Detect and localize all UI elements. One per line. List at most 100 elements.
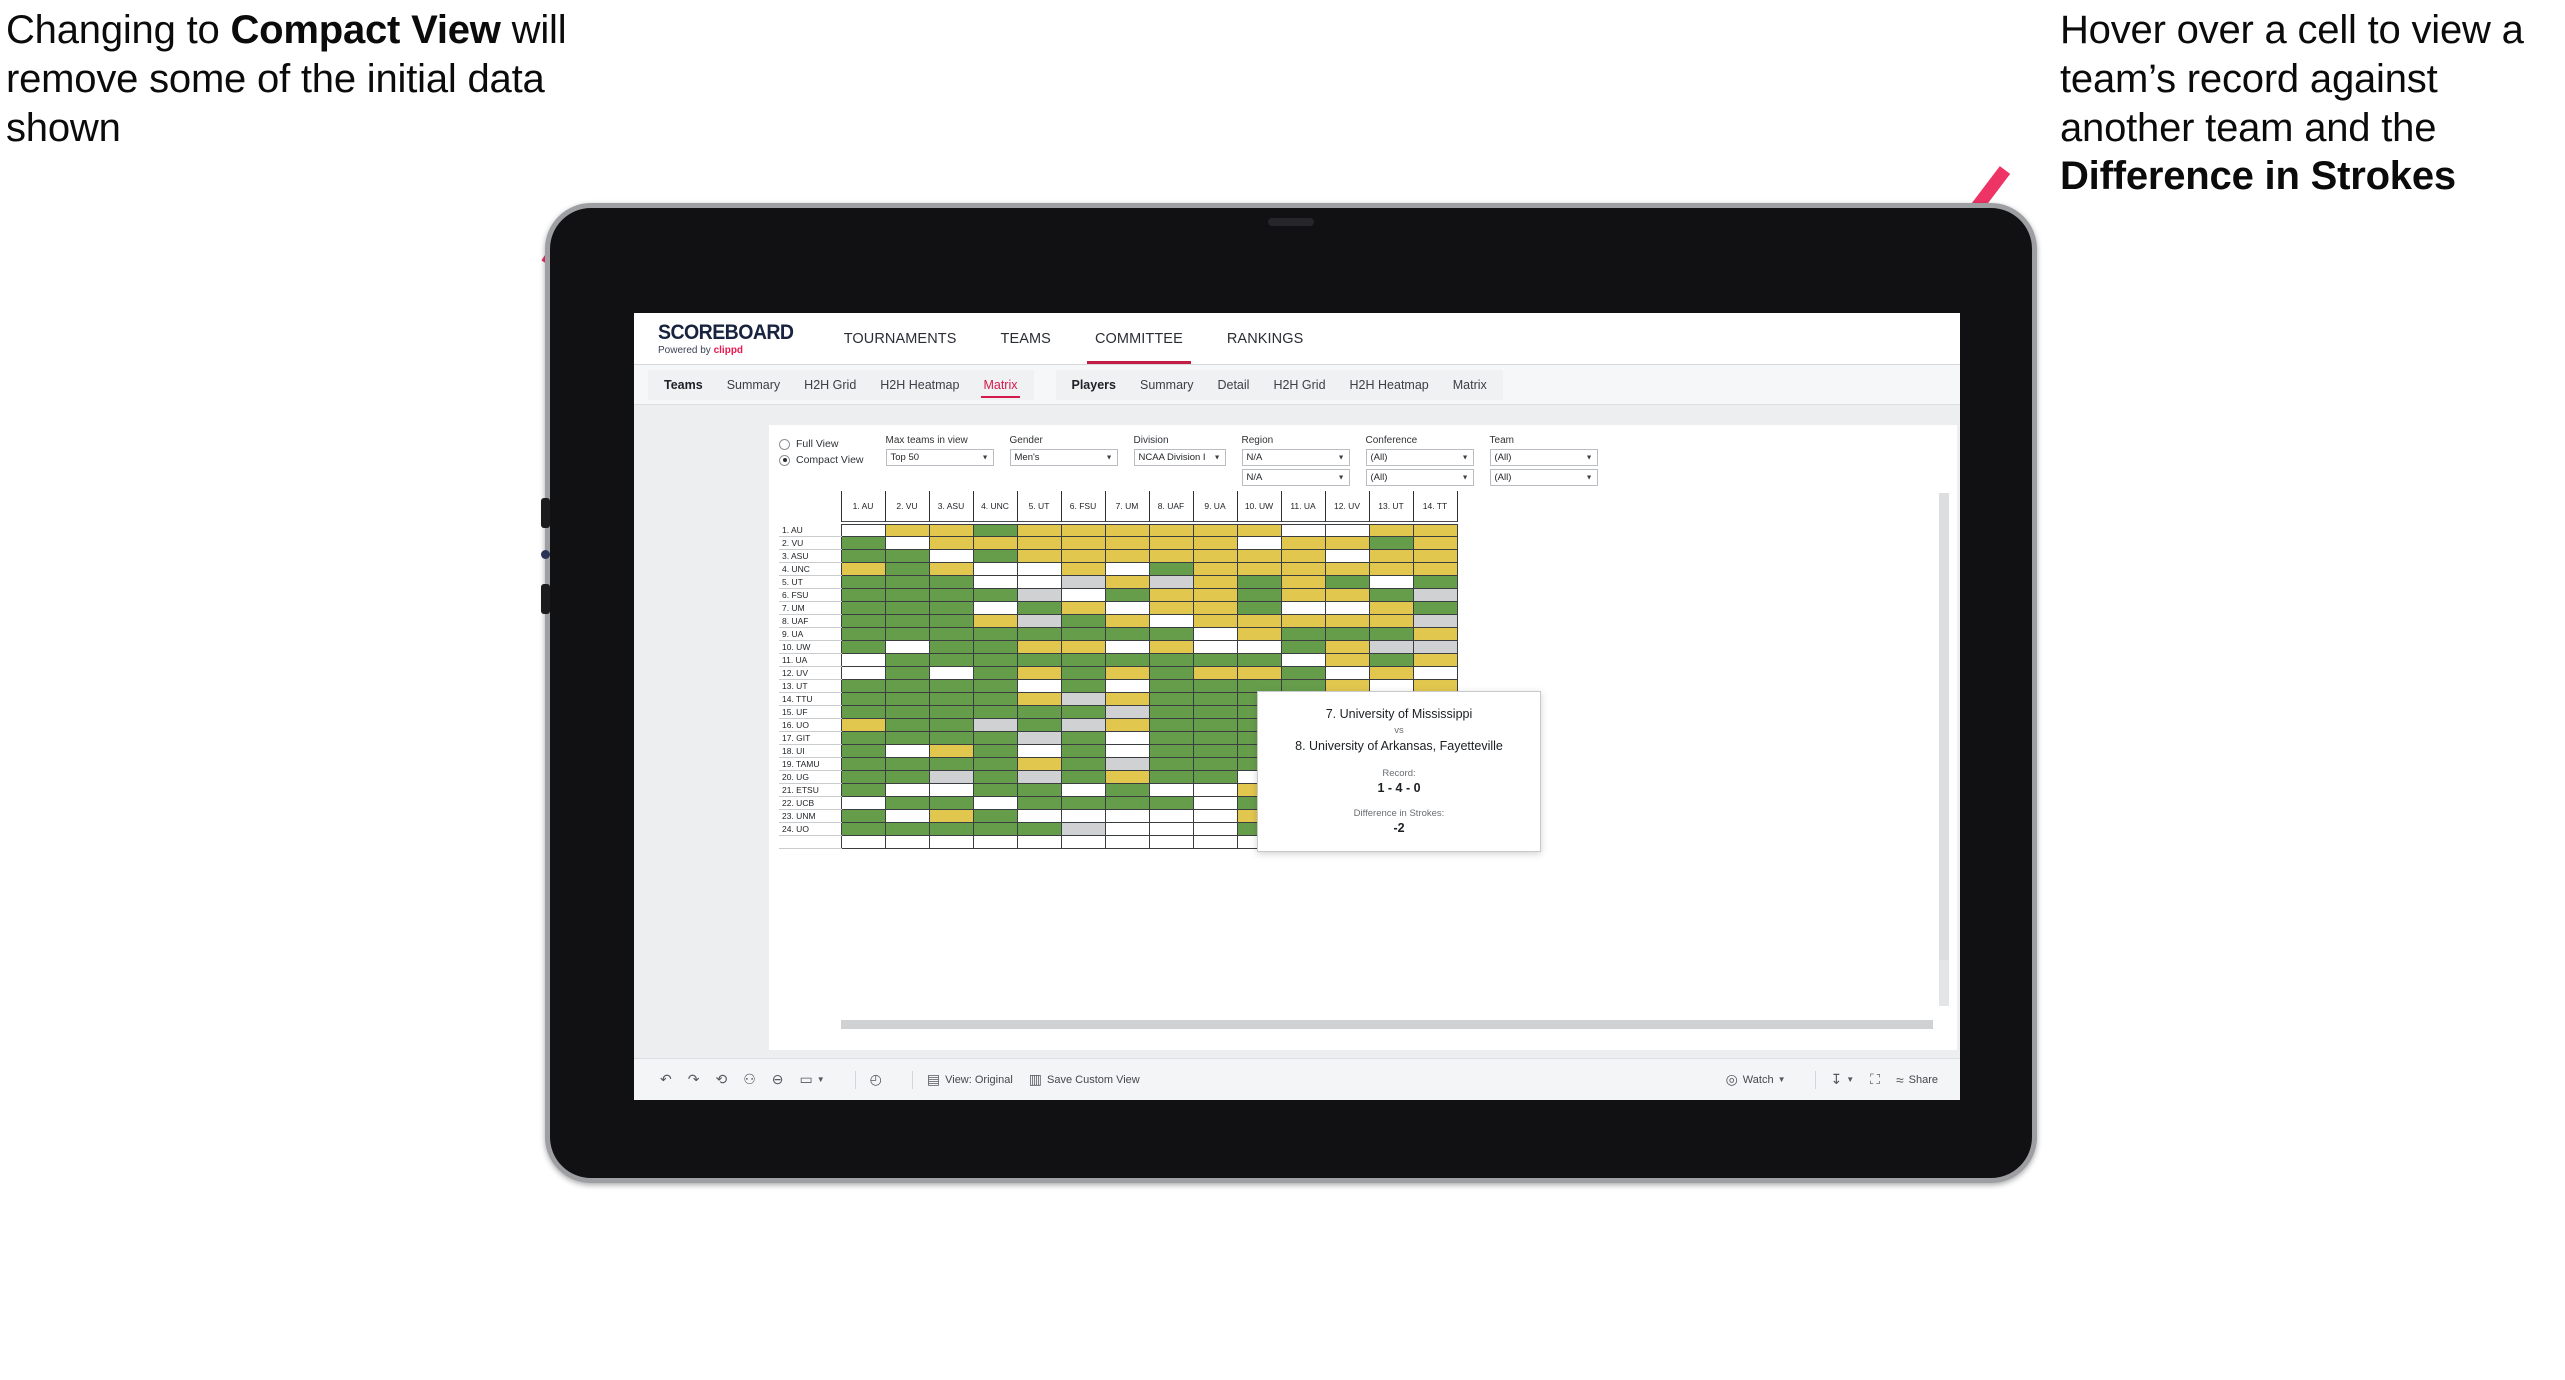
- toolbar-revert-button[interactable]: ⟲: [715, 1071, 727, 1088]
- filter-gender-select[interactable]: Men's ▼: [1009, 449, 1118, 466]
- matrix-cell[interactable]: [1412, 614, 1458, 629]
- matrix-cell[interactable]: [1192, 601, 1238, 616]
- matrix-cell[interactable]: [1236, 588, 1282, 603]
- matrix-cell[interactable]: [972, 575, 1018, 590]
- matrix-cell[interactable]: [884, 640, 930, 655]
- matrix-cell[interactable]: [884, 549, 930, 564]
- matrix-cell[interactable]: [1104, 731, 1150, 746]
- matrix-cell[interactable]: [1280, 666, 1326, 681]
- matrix-cell[interactable]: [928, 783, 974, 798]
- matrix-cell[interactable]: [1192, 536, 1238, 551]
- matrix-cell[interactable]: [1192, 692, 1238, 707]
- matrix-cell[interactable]: [840, 835, 886, 849]
- matrix-cell[interactable]: [1060, 731, 1106, 746]
- matrix-cell[interactable]: [928, 731, 974, 746]
- matrix-cell[interactable]: [1324, 562, 1370, 577]
- matrix-cell[interactable]: [1060, 809, 1106, 824]
- matrix-cell[interactable]: [1324, 536, 1370, 551]
- matrix-row-header[interactable]: 6. FSU: [779, 588, 841, 603]
- matrix-cell[interactable]: [1104, 679, 1150, 694]
- toolbar-fullscreen-button[interactable]: ⛶: [1870, 1071, 1880, 1088]
- matrix-cell[interactable]: [928, 614, 974, 629]
- matrix-cell[interactable]: [884, 601, 930, 616]
- matrix-cell[interactable]: [928, 757, 974, 772]
- matrix-cell[interactable]: [1016, 588, 1062, 603]
- matrix-cell[interactable]: [1148, 783, 1194, 798]
- matrix-cell[interactable]: [1368, 666, 1414, 681]
- matrix-cell[interactable]: [1016, 575, 1062, 590]
- matrix-cell[interactable]: [1236, 523, 1282, 538]
- toolbar-undo-button[interactable]: ↶: [660, 1071, 672, 1088]
- matrix-cell[interactable]: [928, 770, 974, 785]
- matrix-cell[interactable]: [1148, 731, 1194, 746]
- matrix-cell[interactable]: [840, 666, 886, 681]
- radio-compact-view-icon[interactable]: [779, 454, 790, 466]
- matrix-row-header[interactable]: 4. UNC: [779, 562, 841, 577]
- matrix-vertical-scroll-thumb[interactable]: [1939, 493, 1949, 960]
- matrix-cell[interactable]: [1192, 796, 1238, 811]
- matrix-cell[interactable]: [972, 731, 1018, 746]
- matrix-row-header[interactable]: 19. TAMU: [779, 757, 841, 772]
- subnav-teams-matrix[interactable]: Matrix: [971, 370, 1029, 400]
- matrix-cell[interactable]: [972, 692, 1018, 707]
- matrix-row-header[interactable]: 23. UNM: [779, 809, 841, 824]
- matrix-cell[interactable]: [1104, 666, 1150, 681]
- matrix-cell[interactable]: [1016, 549, 1062, 564]
- toolbar-save-custom-view-button[interactable]: ▥ Save Custom View: [1029, 1071, 1140, 1088]
- matrix-cell[interactable]: [884, 692, 930, 707]
- matrix-cell[interactable]: [884, 822, 930, 837]
- matrix-cell[interactable]: [1236, 614, 1282, 629]
- matrix-cell[interactable]: [1016, 822, 1062, 837]
- matrix-cell[interactable]: [1104, 653, 1150, 668]
- matrix-cell[interactable]: [840, 562, 886, 577]
- matrix-cell[interactable]: [972, 640, 1018, 655]
- matrix-column-header[interactable]: 2. VU: [884, 491, 930, 521]
- matrix-cell[interactable]: [1148, 601, 1194, 616]
- toolbar-alerts-button[interactable]: ◴: [870, 1071, 882, 1088]
- matrix-cell[interactable]: [1060, 783, 1106, 798]
- matrix-cell[interactable]: [1236, 536, 1282, 551]
- toolbar-download-button[interactable]: ↧ ▼: [1830, 1071, 1854, 1088]
- matrix-cell[interactable]: [1236, 653, 1282, 668]
- matrix-cell[interactable]: [1280, 601, 1326, 616]
- toolbar-pause-button[interactable]: ⊖: [772, 1071, 784, 1088]
- matrix-cell[interactable]: [1060, 822, 1106, 837]
- matrix-row-header[interactable]: 7. UM: [779, 601, 841, 616]
- matrix-cell[interactable]: [928, 523, 974, 538]
- matrix-cell[interactable]: [1280, 575, 1326, 590]
- matrix-cell[interactable]: [1324, 640, 1370, 655]
- matrix-cell[interactable]: [1104, 640, 1150, 655]
- chevron-down-icon[interactable]: ▼: [1846, 1075, 1854, 1084]
- matrix-cell[interactable]: [1192, 588, 1238, 603]
- matrix-cell[interactable]: [884, 653, 930, 668]
- matrix-cell[interactable]: [1192, 614, 1238, 629]
- matrix-row-header[interactable]: 22. UCB: [779, 796, 841, 811]
- matrix-cell[interactable]: [1368, 640, 1414, 655]
- matrix-cell[interactable]: [840, 718, 886, 733]
- matrix-cell[interactable]: [840, 731, 886, 746]
- filter-division-select[interactable]: NCAA Division I ▼: [1133, 449, 1226, 466]
- matrix-cell[interactable]: [1060, 679, 1106, 694]
- matrix-column-header[interactable]: 6. FSU: [1060, 491, 1106, 521]
- matrix-cell[interactable]: [840, 627, 886, 642]
- matrix-cell[interactable]: [1236, 627, 1282, 642]
- toolbar-share-button[interactable]: ≈ Share: [1896, 1072, 1938, 1088]
- matrix-row-header[interactable]: 20. UG: [779, 770, 841, 785]
- matrix-cell[interactable]: [1236, 575, 1282, 590]
- subnav-teams-h2h-grid[interactable]: H2H Grid: [792, 370, 868, 400]
- matrix-column-header[interactable]: 11. UA: [1280, 491, 1326, 521]
- matrix-cell[interactable]: [972, 757, 1018, 772]
- matrix-cell[interactable]: [1192, 679, 1238, 694]
- matrix-cell[interactable]: [840, 692, 886, 707]
- toolbar-watch-button[interactable]: ◎ Watch ▼: [1726, 1071, 1786, 1088]
- matrix-cell[interactable]: [1324, 627, 1370, 642]
- matrix-cell[interactable]: [1324, 653, 1370, 668]
- matrix-cell[interactable]: [1060, 627, 1106, 642]
- matrix-cell[interactable]: [928, 627, 974, 642]
- matrix-cell[interactable]: [884, 679, 930, 694]
- matrix-cell[interactable]: [928, 575, 974, 590]
- matrix-cell[interactable]: [1412, 523, 1458, 538]
- matrix-cell[interactable]: [840, 822, 886, 837]
- matrix-cell[interactable]: [1192, 523, 1238, 538]
- matrix-cell[interactable]: [928, 692, 974, 707]
